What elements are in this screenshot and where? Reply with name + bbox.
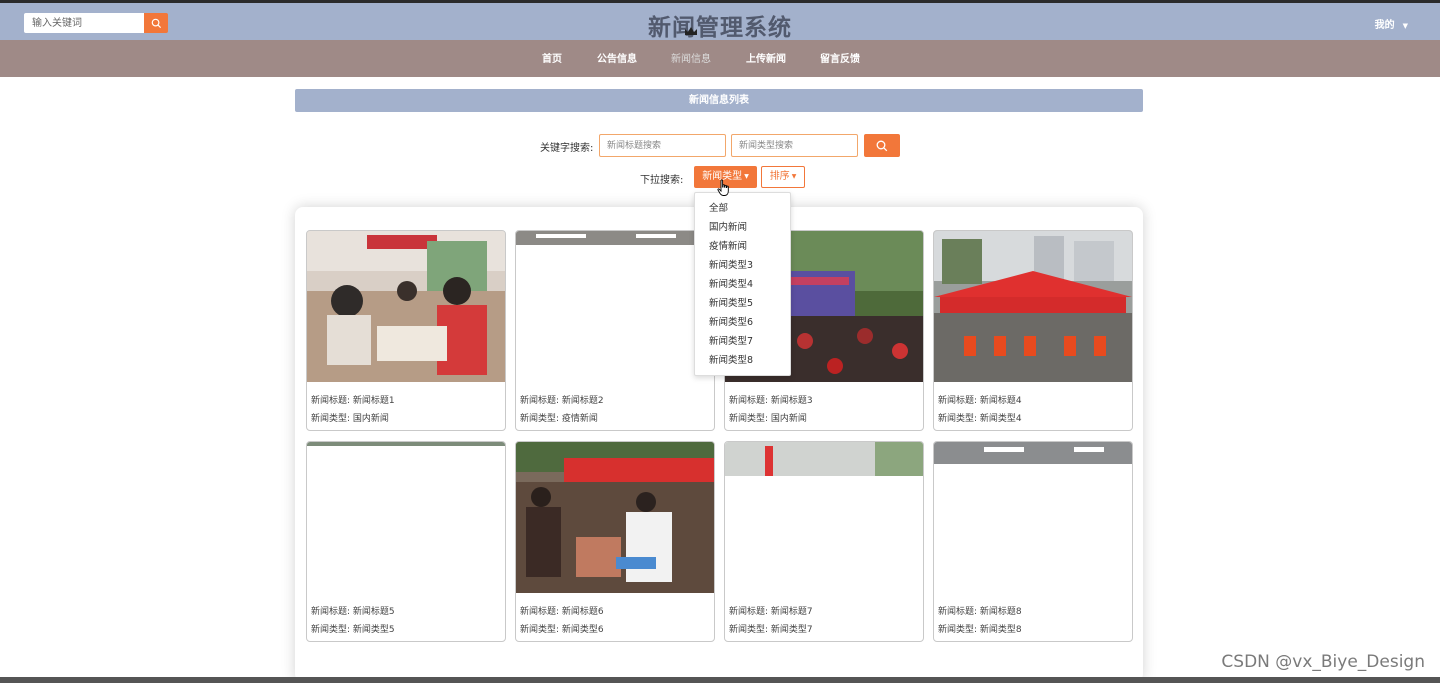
dropdown-option[interactable]: 新闻类型8 — [709, 352, 753, 366]
user-menu[interactable]: 我的 ▼ — [1375, 16, 1408, 31]
news-thumbnail — [307, 442, 505, 593]
news-title: 新闻标题: 新闻标题2 — [520, 396, 604, 406]
news-title: 新闻标题: 新闻标题7 — [729, 607, 813, 617]
dropdown-option[interactable]: 新闻类型5 — [709, 295, 753, 309]
news-card[interactable]: 新闻标题: 新闻标题8 新闻类型: 新闻类型8 — [933, 441, 1133, 642]
nav-item-news[interactable]: 新闻信息 — [671, 27, 711, 77]
news-card[interactable]: 新闻标题: 新闻标题2 新闻类型: 疫情新闻 — [515, 230, 715, 431]
site-header: 新闻管理系统 我的 ▼ — [0, 3, 1440, 41]
news-type: 新闻类型: 国内新闻 — [729, 414, 807, 424]
window-bottom-bar — [0, 677, 1440, 683]
news-thumbnail — [516, 231, 714, 382]
nav-item-feedback[interactable]: 留言反馈 — [820, 40, 860, 77]
dropdown-option[interactable]: 疫情新闻 — [709, 238, 747, 252]
news-type-dropdown-menu: 全部 国内新闻 疫情新闻 新闻类型3 新闻类型4 新闻类型5 新闻类型6 新闻类… — [694, 192, 791, 376]
type-search-input[interactable] — [731, 134, 858, 157]
news-thumbnail — [934, 231, 1132, 382]
news-card[interactable]: 新闻标题: 新闻标题4 新闻类型: 新闻类型4 — [933, 230, 1133, 431]
news-type: 新闻类型: 新闻类型8 — [938, 625, 1022, 635]
dropdown-option[interactable]: 新闻类型4 — [709, 276, 753, 290]
sort-dropdown-button[interactable]: 排序 ▼ — [761, 166, 805, 188]
news-card[interactable]: 新闻标题: 新闻标题1 新闻类型: 国内新闻 — [306, 230, 506, 431]
news-type: 新闻类型: 国内新闻 — [311, 414, 389, 424]
dropdown-option[interactable]: 新闻类型6 — [709, 314, 753, 328]
search-icon — [876, 140, 888, 151]
news-title: 新闻标题: 新闻标题6 — [520, 607, 604, 617]
nav-item-upload[interactable]: 上传新闻 — [746, 40, 786, 77]
keyword-search-row: 关键字搜索: — [0, 134, 1440, 157]
news-thumbnail — [516, 442, 714, 593]
news-title: 新闻标题: 新闻标题8 — [938, 607, 1022, 617]
dropdown-option[interactable]: 新闻类型3 — [709, 257, 753, 271]
list-title-bar: 新闻信息列表 — [295, 89, 1143, 112]
keyword-search-label: 关键字搜索: — [540, 143, 594, 154]
caret-down-icon: ▼ — [1402, 22, 1408, 30]
nav-item-announcements[interactable]: 公告信息 — [597, 40, 637, 77]
news-type: 新闻类型: 新闻类型5 — [311, 625, 395, 635]
page-content: 新闻信息列表 关键字搜索: 下拉搜索: 新闻类型▼ 排序▼ 新闻标题: 新闻标题… — [0, 77, 1440, 682]
main-nav: 首页 公告信息 新闻信息 上传新闻 留言反馈 — [0, 27, 1440, 77]
nav-item-home[interactable]: 首页 — [542, 40, 562, 77]
dropdown-option[interactable]: 新闻类型7 — [709, 333, 753, 347]
nav-item-news-label: 新闻信息 — [671, 54, 711, 65]
keyword-search-button[interactable] — [864, 134, 900, 157]
dropdown-search-label: 下拉搜索: — [640, 175, 684, 186]
news-card[interactable]: 新闻标题: 新闻标题6 新闻类型: 新闻类型6 — [515, 441, 715, 642]
news-type: 新闻类型: 新闻类型6 — [520, 625, 604, 635]
news-title: 新闻标题: 新闻标题4 — [938, 396, 1022, 406]
hand-cursor-icon — [717, 179, 729, 196]
news-thumbnail — [934, 442, 1132, 593]
news-card[interactable]: 新闻标题: 新闻标题5 新闻类型: 新闻类型5 — [306, 441, 506, 642]
news-title: 新闻标题: 新闻标题1 — [311, 396, 395, 406]
news-type: 新闻类型: 疫情新闻 — [520, 414, 598, 424]
news-thumbnail — [307, 231, 505, 382]
watermark: CSDN @vx_Biye_Design — [1221, 652, 1425, 672]
news-type: 新闻类型: 新闻类型4 — [938, 414, 1022, 424]
caret-down-icon: ▼ — [791, 173, 797, 180]
site-title: 新闻管理系统 — [648, 15, 792, 41]
crown-icon — [685, 27, 697, 35]
title-search-input[interactable] — [599, 134, 726, 157]
news-title: 新闻标题: 新闻标题3 — [729, 396, 813, 406]
dropdown-option[interactable]: 国内新闻 — [709, 219, 747, 233]
user-menu-label: 我的 — [1374, 20, 1395, 31]
news-type: 新闻类型: 新闻类型7 — [729, 625, 813, 635]
sort-button-label: 排序 — [769, 171, 790, 182]
dropdown-option[interactable]: 全部 — [709, 200, 728, 214]
caret-down-icon: ▼ — [744, 173, 749, 180]
news-thumbnail — [725, 442, 923, 593]
news-card[interactable]: 新闻标题: 新闻标题7 新闻类型: 新闻类型7 — [724, 441, 924, 642]
news-title: 新闻标题: 新闻标题5 — [311, 607, 395, 617]
